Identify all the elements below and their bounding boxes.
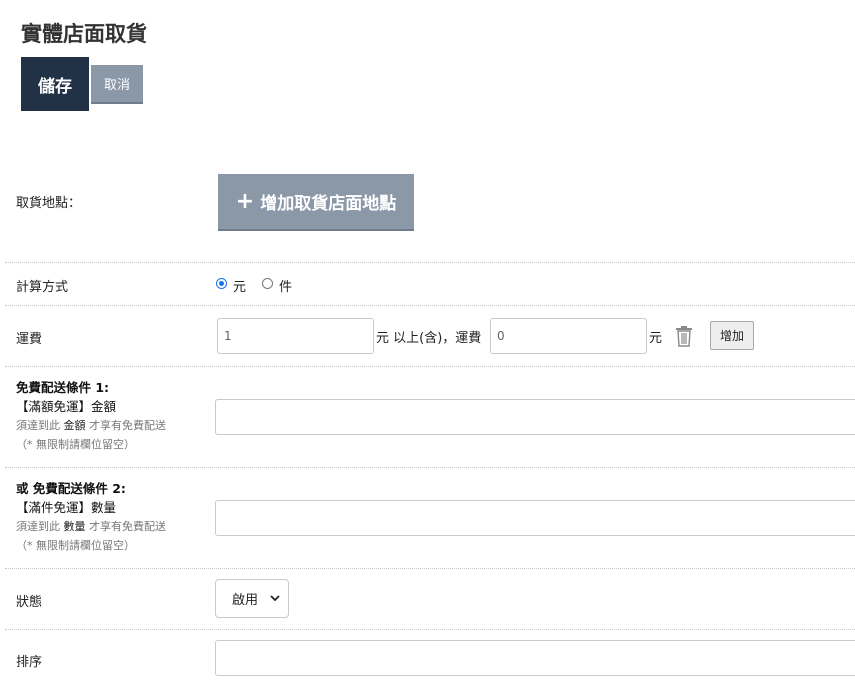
cancel-button[interactable]: 取消 <box>91 65 143 104</box>
chevron-down-icon <box>270 592 280 607</box>
divider <box>5 629 855 630</box>
shipping-fee-input[interactable]: 0 <box>490 318 647 354</box>
shipping-unit-text: 元 <box>649 331 663 346</box>
divider <box>5 568 855 569</box>
plus-icon: + <box>235 188 255 214</box>
add-shipping-rule-button[interactable]: 增加 <box>710 321 754 350</box>
calc-option-jian-label: 件 <box>279 280 293 295</box>
free-condition-2-title: 【滿件免運】數量 <box>16 500 117 515</box>
free-condition-1-title: 【滿額免運】金額 <box>16 399 117 414</box>
calc-radio-yuan[interactable] <box>216 278 227 289</box>
calc-method-label: 計算方式 <box>16 280 69 295</box>
pickup-location-label: 取貨地點： <box>16 196 82 211</box>
calc-option-yuan-label: 元 <box>233 280 247 295</box>
free-condition-1-label: 免費配送條件 1: 【滿額免運】金額 須達到此 金額 才享有免費配送 （* 無限… <box>16 378 166 454</box>
save-button[interactable]: 儲存 <box>21 57 89 111</box>
add-pickup-location-label: 增加取貨店面地點 <box>260 194 397 214</box>
divider <box>5 366 855 367</box>
sort-label: 排序 <box>16 655 43 670</box>
free-amount-input[interactable] <box>215 399 855 435</box>
shipping-fee-label: 運費 <box>16 332 43 347</box>
free-condition-1-heading: 免費配送條件 1: <box>16 380 110 395</box>
divider <box>5 305 855 306</box>
status-select-value: 啟用 <box>232 593 259 608</box>
free-condition-1-note: （* 無限制請欄位留空） <box>16 438 135 451</box>
status-select[interactable]: 啟用 <box>215 579 289 618</box>
free-condition-2-note: （* 無限制請欄位留空） <box>16 539 135 552</box>
divider <box>5 467 855 468</box>
shipping-threshold-input[interactable]: 1 <box>217 318 374 354</box>
calc-radio-jian[interactable] <box>262 278 273 289</box>
free-condition-2-label: 或 免費配送條件 2: 【滿件免運】數量 須達到此 數量 才享有免費配送 （* … <box>16 479 166 555</box>
page-title: 實體店面取貨 <box>21 22 147 46</box>
sort-input[interactable] <box>215 640 855 676</box>
free-condition-2-hint: 須達到此 數量 才享有免費配送 <box>16 520 166 533</box>
divider <box>5 262 855 263</box>
free-quantity-input[interactable] <box>215 500 855 536</box>
add-pickup-location-button[interactable]: + 增加取貨店面地點 <box>218 174 414 231</box>
shipping-middle-text: 元 以上(含)，運費 <box>376 331 482 346</box>
free-condition-1-hint: 須達到此 金額 才享有免費配送 <box>16 419 166 432</box>
status-label: 狀態 <box>16 595 43 610</box>
free-condition-2-heading: 或 免費配送條件 2: <box>16 481 126 496</box>
trash-icon[interactable] <box>674 325 694 351</box>
